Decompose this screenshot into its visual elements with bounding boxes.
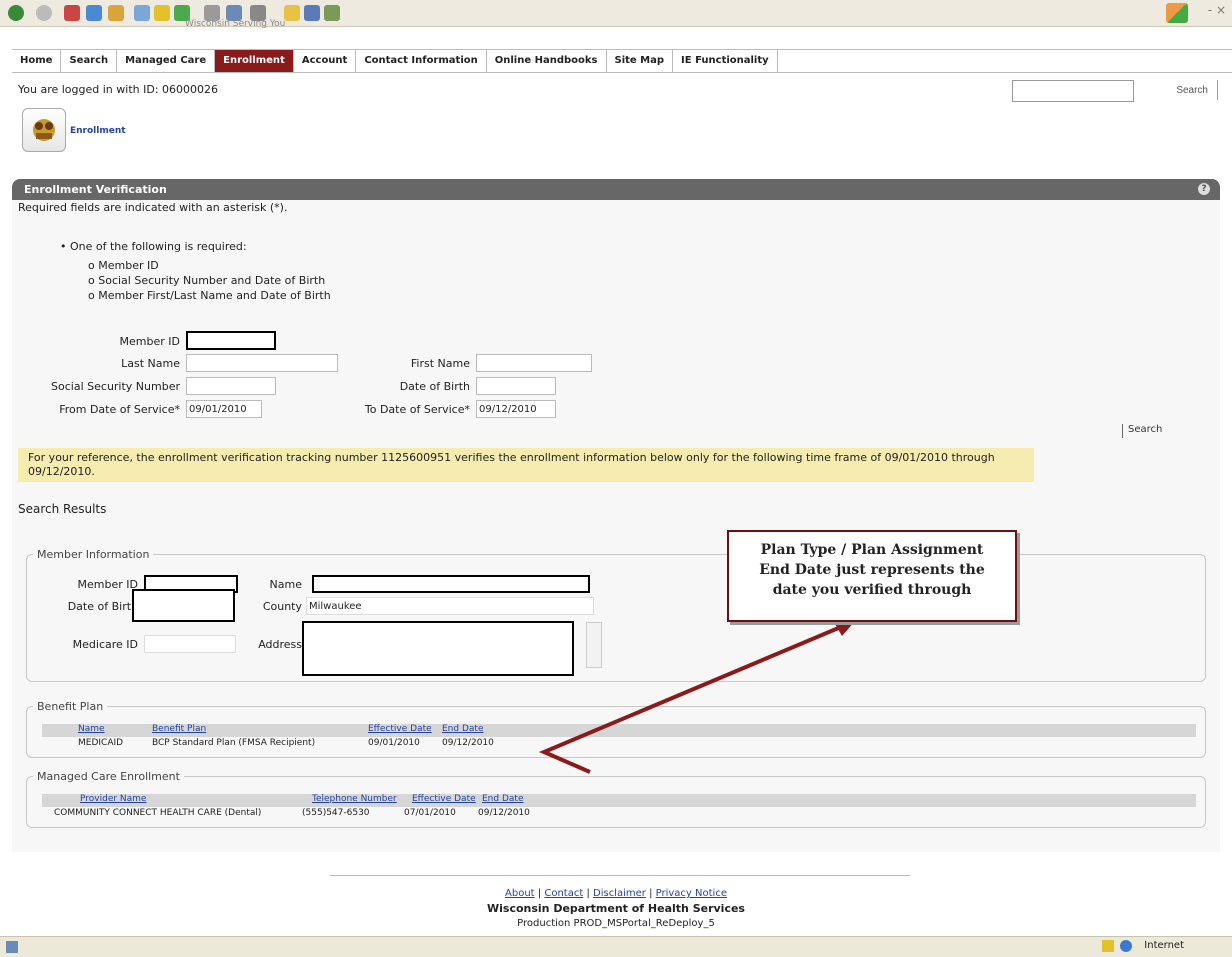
callout-line: Plan Type / Plan Assignment xyxy=(760,542,984,558)
globe-icon xyxy=(1120,940,1132,952)
footer-org: Wisconsin Department of Health Services xyxy=(487,902,745,915)
footer-link-disclaimer[interactable]: Disclaimer xyxy=(593,888,646,899)
footer-divider xyxy=(330,875,910,876)
annotation-callout: Plan Type / Plan Assignment End Date jus… xyxy=(727,530,1017,622)
browser-status-bar: Internet xyxy=(0,936,1232,957)
annotation-arrow xyxy=(538,620,856,774)
lock-icon xyxy=(1102,940,1114,952)
page-status-icon xyxy=(6,941,18,953)
callout-line: End Date just represents the xyxy=(759,562,985,578)
callout-line: date you verified through xyxy=(772,582,972,598)
footer-production: Production PROD_MSPortal_ReDeploy_5 xyxy=(517,918,715,929)
footer-link-contact[interactable]: Contact xyxy=(544,888,583,899)
footer-link-about[interactable]: About xyxy=(505,888,535,899)
footer-separator: | xyxy=(586,888,590,899)
footer-links: About | Contact | Disclaimer | Privacy N… xyxy=(0,888,1232,899)
footer-separator: | xyxy=(537,888,542,899)
footer-link-privacy-notice[interactable]: Privacy Notice xyxy=(656,888,727,899)
footer-separator: | xyxy=(649,888,653,899)
arrow-path xyxy=(538,622,849,774)
security-zone: Internet xyxy=(1144,940,1184,951)
